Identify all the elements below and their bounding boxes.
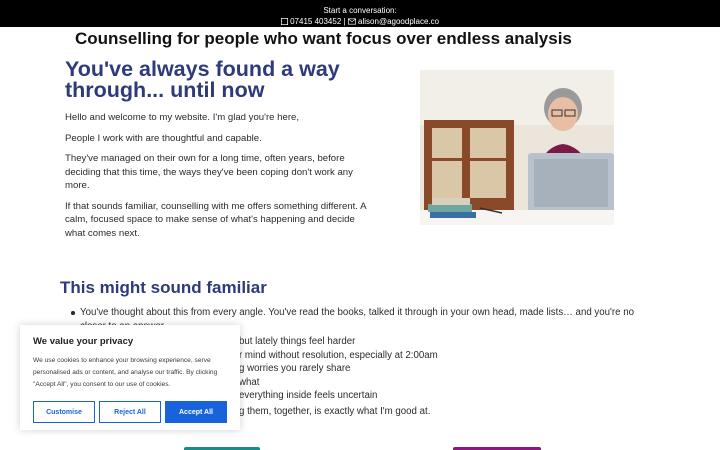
- envelope-icon: [347, 17, 358, 26]
- customise-button[interactable]: Customise: [33, 401, 95, 423]
- intro-paragraph: Hello and welcome to my website. I'm gla…: [65, 112, 300, 123]
- contact-title: Start a conversation:: [323, 6, 397, 15]
- counsellor-photo: [420, 70, 614, 225]
- top-contact-bar: Start a conversation: 07415 403452 | ali…: [0, 0, 720, 27]
- intro-paragraph: They've managed on their own for a long …: [65, 153, 353, 191]
- intro-paragraph: People I work with are thoughtful and ca…: [65, 132, 262, 144]
- cookie-title: We value your privacy: [33, 336, 134, 347]
- contact-line: 07415 403452 | alison@agoodplace.co: [0, 16, 720, 27]
- reject-all-button[interactable]: Reject All: [99, 401, 161, 423]
- intro-paragraph: If that sounds familiar, counselling wit…: [65, 200, 366, 239]
- page-tagline: Counselling for people who want focus ov…: [75, 29, 572, 48]
- intro-text: Hello and welcome to my website. I'm gla…: [65, 111, 370, 247]
- phone-icon: [280, 17, 290, 26]
- cookie-text: We use cookies to enhance your browsing …: [33, 357, 218, 388]
- email-link[interactable]: alison@agoodplace.co: [358, 17, 439, 26]
- phone-link[interactable]: 07415 403452: [290, 17, 341, 26]
- accept-all-button[interactable]: Accept All: [165, 401, 227, 423]
- cookie-consent-banner: We value your privacy We use cookies to …: [20, 325, 240, 430]
- cookie-button-row: Customise Reject All Accept All: [33, 401, 227, 423]
- familiar-section-title: This might sound familiar: [60, 278, 267, 297]
- hero-title: You've always found a way through... unt…: [65, 57, 340, 102]
